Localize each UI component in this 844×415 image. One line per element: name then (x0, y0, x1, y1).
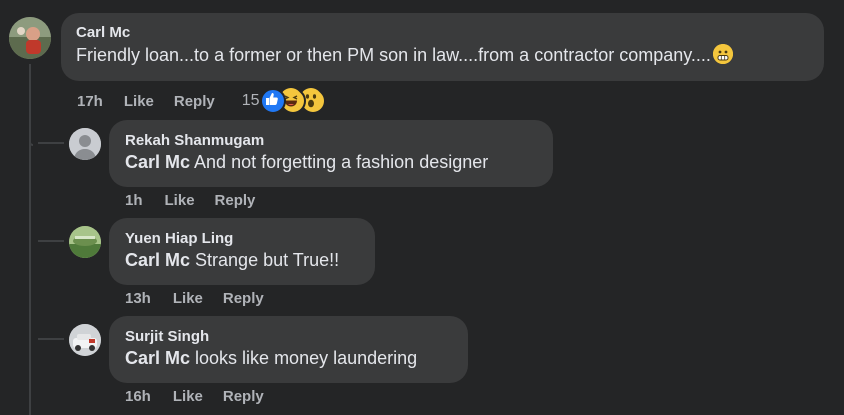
thread-connector-1-h (38, 142, 64, 144)
reply-button[interactable]: Reply (174, 93, 215, 110)
avatar-surjit-singh[interactable] (69, 324, 101, 356)
reaction-count[interactable]: 15 (242, 92, 260, 110)
thread-connector-3-h (38, 338, 64, 340)
like-button[interactable]: Like (173, 290, 203, 307)
comment-author[interactable]: Surjit Singh (125, 328, 452, 345)
comment-author[interactable]: Carl Mc (76, 24, 809, 41)
like-button[interactable]: Like (165, 192, 195, 209)
reactions-summary[interactable] (259, 88, 326, 114)
comment-timestamp[interactable]: 16h (125, 388, 151, 405)
comment-text: Carl Mc looks like money laundering (125, 348, 452, 369)
comment-actions: 13h Like Reply (125, 290, 264, 307)
avatar-rekah-shanmugam[interactable] (69, 128, 101, 160)
mention-link[interactable]: Carl Mc (125, 348, 190, 368)
mention-link[interactable]: Carl Mc (125, 250, 190, 270)
comment-timestamp[interactable]: 17h (77, 93, 103, 110)
grimace-emoji-icon (712, 44, 733, 64)
comment-timestamp[interactable]: 13h (125, 290, 151, 307)
thread-connector-2-h (38, 240, 64, 242)
comment-actions: 1h Like Reply (125, 192, 255, 209)
reply-button[interactable]: Reply (215, 192, 256, 209)
comment-timestamp[interactable]: 1h (125, 192, 143, 209)
comment-bubble-carl-mc: Carl Mc Friendly loan...to a former or t… (61, 13, 824, 81)
comment-author[interactable]: Yuen Hiap Ling (125, 230, 359, 247)
comment-body: And not forgetting a fashion designer (190, 152, 489, 172)
comment-text: Carl Mc Strange but True!! (125, 250, 359, 271)
comment-text: Carl Mc And not forgetting a fashion des… (125, 152, 537, 173)
comment-text: Friendly loan...to a former or then PM s… (76, 44, 809, 66)
comment-bubble-surjit-singh: Surjit Singh Carl Mc looks like money la… (109, 316, 468, 383)
comment-bubble-rekah-shanmugam: Rekah Shanmugam Carl Mc And not forgetti… (109, 120, 553, 187)
reply-button[interactable]: Reply (223, 290, 264, 307)
avatar-carl-mc[interactable] (9, 17, 51, 59)
comment-bubble-yuen-hiap-ling: Yuen Hiap Ling Carl Mc Strange but True!… (109, 218, 375, 285)
comment-body: Friendly loan...to a former or then PM s… (76, 45, 711, 65)
thread-connector-1 (29, 124, 33, 146)
comment-body: looks like money laundering (190, 348, 418, 368)
reply-button[interactable]: Reply (223, 388, 264, 405)
like-button[interactable]: Like (173, 388, 203, 405)
like-reaction-icon (259, 88, 286, 114)
mention-link[interactable]: Carl Mc (125, 152, 190, 172)
avatar-yuen-hiap-ling[interactable] (69, 226, 101, 258)
thread-line-vertical (29, 64, 31, 415)
comment-author[interactable]: Rekah Shanmugam (125, 132, 537, 149)
comment-actions: 16h Like Reply (125, 388, 264, 405)
comment-actions: 17h Like Reply 15 (77, 88, 326, 114)
like-button[interactable]: Like (124, 93, 154, 110)
comment-body: Strange but True!! (190, 250, 340, 270)
